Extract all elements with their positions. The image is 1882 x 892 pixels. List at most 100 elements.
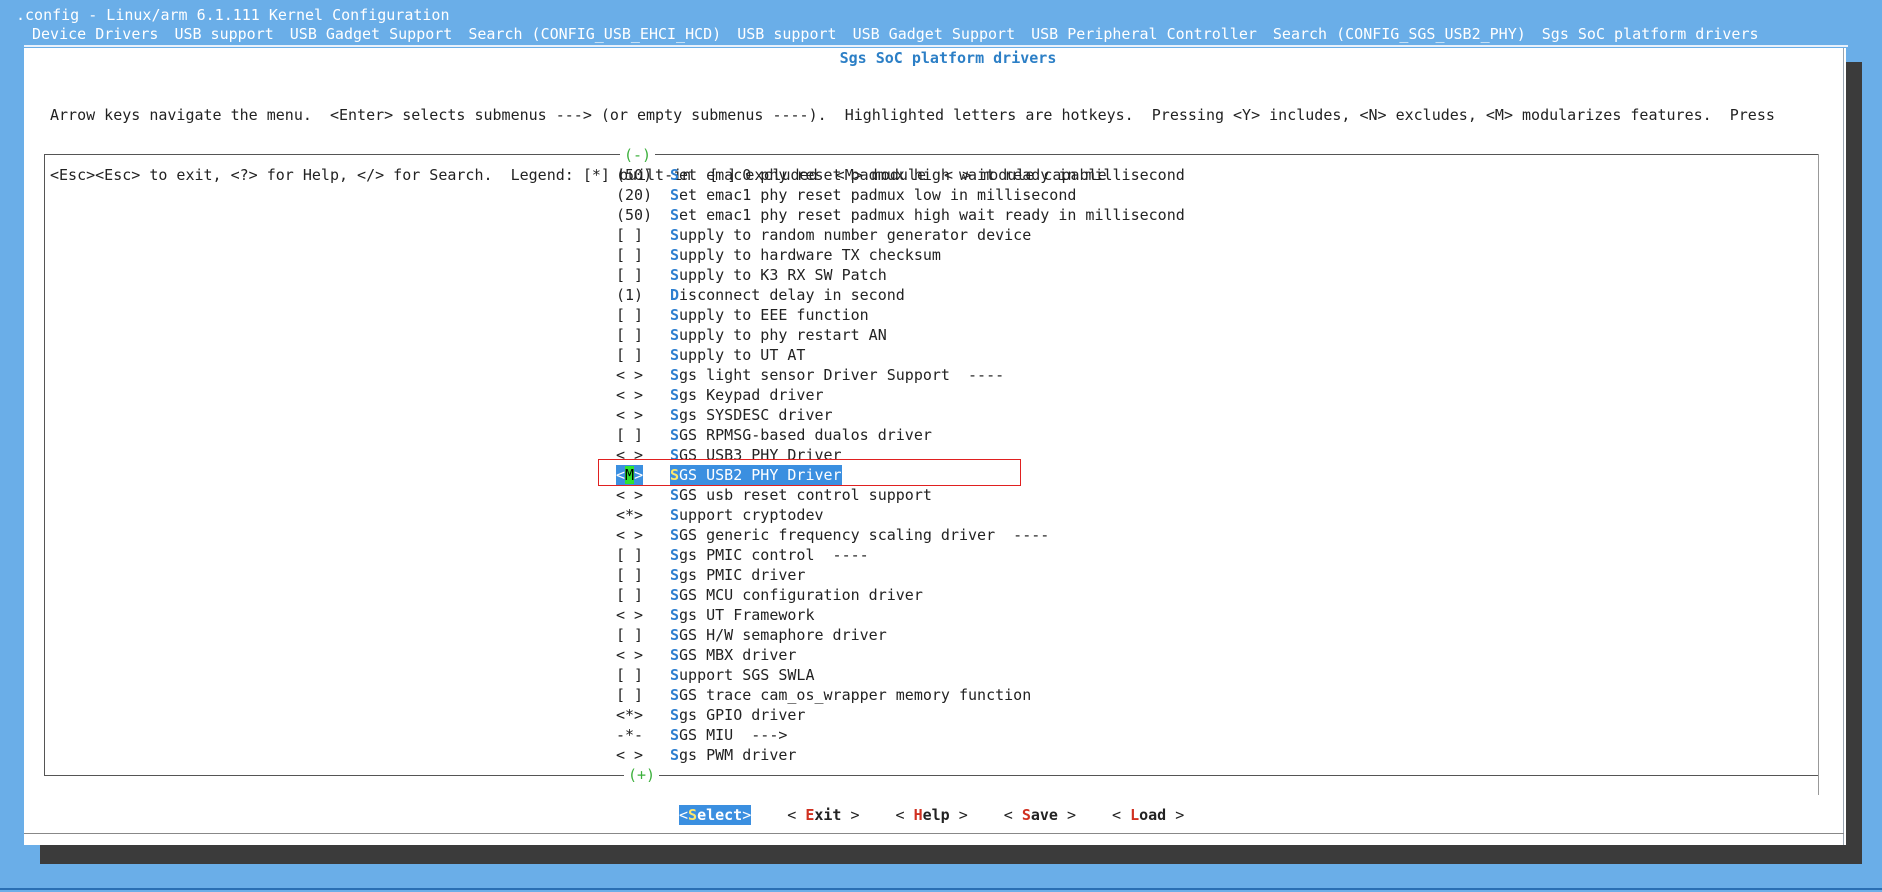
menu-item[interactable]: < > Sgs light sensor Driver Support ---- xyxy=(616,365,1516,385)
menu-list: (50) Set emac0 phy reset padmux high wait… xyxy=(616,165,1516,765)
menu-item-label: Supply to UT AT xyxy=(670,345,805,365)
menu-item[interactable]: [ ] SGS H/W semaphore driver xyxy=(616,625,1516,645)
breadcrumb-item-sgs-soc-platform-drivers[interactable]: Sgs SoC platform drivers xyxy=(1542,24,1759,44)
menu-item-state[interactable]: < > xyxy=(616,605,670,625)
menu-item-text: gs Keypad driver xyxy=(679,386,824,404)
menu-item-label: Sgs light sensor Driver Support ---- xyxy=(670,365,1004,385)
menu-item-state[interactable]: < > xyxy=(616,645,670,665)
menu-item-state[interactable]: <M> xyxy=(616,465,643,485)
menu-item-label: Support cryptodev xyxy=(670,505,824,525)
menu-item-state[interactable]: [ ] xyxy=(616,625,670,645)
menu-item-hotkey: D xyxy=(670,286,680,304)
menu-item[interactable]: (20) Set emac1 phy reset padmux low in mi… xyxy=(616,185,1516,205)
breadcrumb-item-device-drivers[interactable]: Device Drivers xyxy=(32,24,158,44)
breadcrumb-item-search-usb2-phy[interactable]: Search (CONFIG_SGS_USB2_PHY) xyxy=(1273,24,1526,44)
menu-item[interactable]: [ ] Supply to hardware TX checksum xyxy=(616,245,1516,265)
menu-item-state[interactable]: [ ] xyxy=(616,565,670,585)
menu-item[interactable]: < > SGS USB3 PHY Driver xyxy=(616,445,1516,465)
breadcrumb-underline xyxy=(24,45,1848,47)
menu-item[interactable]: [ ] Support SGS SWLA xyxy=(616,665,1516,685)
menu-item[interactable]: < > SGS generic frequency scaling driver … xyxy=(616,525,1516,545)
menu-item-label: Sgs PWM driver xyxy=(670,745,796,765)
menu-item-state[interactable]: [ ] xyxy=(616,225,670,245)
menu-item-state[interactable]: [ ] xyxy=(616,585,670,605)
menu-item[interactable]: -*- SGS MIU ---> xyxy=(616,725,1516,745)
select-button[interactable]: <Select> xyxy=(679,805,752,825)
menu-item-state[interactable]: [ ] xyxy=(616,265,670,285)
menu-item-state[interactable]: < > xyxy=(616,405,670,425)
menu-item[interactable]: (50) Set emac1 phy reset padmux high wait… xyxy=(616,205,1516,225)
breadcrumb-item-usb-gadget-support[interactable]: USB Gadget Support xyxy=(290,24,453,44)
menu-item-state[interactable]: <*> xyxy=(616,505,670,525)
menu-item-text: et emac1 phy reset padmux low in millise… xyxy=(679,186,1077,204)
menu-item-hotkey: S xyxy=(670,226,680,244)
save-button[interactable]: < Save > xyxy=(1004,805,1076,825)
menu-item-state[interactable]: [ ] xyxy=(616,665,670,685)
menu-item[interactable]: <*> Support cryptodev xyxy=(616,505,1516,525)
scroll-up-indicator[interactable]: (-) xyxy=(620,145,656,165)
menu-item-text: upply to random number generator device xyxy=(679,226,1032,244)
menu-item[interactable]: (1) Disconnect delay in second xyxy=(616,285,1516,305)
menu-item-state[interactable]: < > xyxy=(616,365,670,385)
menu-item-hotkey: S xyxy=(670,526,680,544)
menu-item[interactable]: < > SGS MBX driver xyxy=(616,645,1516,665)
help-button-hotkey: H xyxy=(913,806,923,824)
menu-item[interactable]: < > Sgs UT Framework xyxy=(616,605,1516,625)
menu-item[interactable]: <*> Sgs GPIO driver xyxy=(616,705,1516,725)
menu-item[interactable]: [ ] Sgs PMIC driver xyxy=(616,565,1516,585)
menu-item-state[interactable]: (20) xyxy=(616,185,670,205)
load-button[interactable]: < Load > xyxy=(1112,805,1184,825)
menu-item[interactable]: [ ] Supply to UT AT xyxy=(616,345,1516,365)
menu-item[interactable]: [ ] SGS trace cam_os_wrapper memory funct… xyxy=(616,685,1516,705)
menu-item-state[interactable]: [ ] xyxy=(616,325,670,345)
menu-item-text: GS MIU ---> xyxy=(679,726,788,744)
menu-item-state[interactable]: [ ] xyxy=(616,545,670,565)
menu-item-state[interactable]: -*- xyxy=(616,725,670,745)
menu-item-state[interactable]: < > xyxy=(616,445,670,465)
menu-item-hotkey: S xyxy=(670,406,680,424)
select-button-label: elect xyxy=(697,806,743,824)
menu-item-state[interactable]: < > xyxy=(616,745,670,765)
menu-item-state[interactable]: <*> xyxy=(616,705,670,725)
menu-item-hotkey: S xyxy=(670,306,680,324)
menu-item-state[interactable]: < > xyxy=(616,385,670,405)
breadcrumb-item-usb-support[interactable]: USB support xyxy=(174,24,273,44)
menu-item-state[interactable]: (1) xyxy=(616,285,670,305)
breadcrumb-item-search-ehci[interactable]: Search (CONFIG_USB_EHCI_HCD) xyxy=(468,24,721,44)
menu-item-selected[interactable]: <M> SGS USB2 PHY Driver xyxy=(616,465,1516,485)
menu-item-state[interactable]: [ ] xyxy=(616,345,670,365)
menu-item[interactable]: (50) Set emac0 phy reset padmux high wait… xyxy=(616,165,1516,185)
menu-item-state[interactable]: (50) xyxy=(616,205,670,225)
menu-item-state[interactable]: (50) xyxy=(616,165,670,185)
menu-item[interactable]: [ ] Supply to EEE function xyxy=(616,305,1516,325)
menu-item-state[interactable]: < > xyxy=(616,485,670,505)
breadcrumb-item-usb-gadget-support-2[interactable]: USB Gadget Support xyxy=(853,24,1016,44)
menu-item[interactable]: [ ] SGS MCU configuration driver xyxy=(616,585,1516,605)
menu-item-text: GS USB2 PHY Driver xyxy=(679,466,842,484)
menu-item-state[interactable]: [ ] xyxy=(616,685,670,705)
menu-item-hotkey: S xyxy=(670,706,680,724)
menu-item[interactable]: [ ] Sgs PMIC control ---- xyxy=(616,545,1516,565)
menu-item[interactable]: [ ] Supply to phy restart AN xyxy=(616,325,1516,345)
menu-item-state[interactable]: < > xyxy=(616,525,670,545)
menu-item-label: SGS trace cam_os_wrapper memory function xyxy=(670,685,1031,705)
menu-item[interactable]: < > Sgs SYSDESC driver xyxy=(616,405,1516,425)
help-button[interactable]: < Help > xyxy=(896,805,968,825)
menu-item-label: Set emac0 phy reset padmux high wait rea… xyxy=(670,165,1185,185)
menu-item-state[interactable]: [ ] xyxy=(616,305,670,325)
breadcrumb-item-usb-support-2[interactable]: USB support xyxy=(737,24,836,44)
menu-item-text: GS generic frequency scaling driver ---- xyxy=(679,526,1050,544)
menu-item-state[interactable]: [ ] xyxy=(616,245,670,265)
menu-item[interactable]: [ ] Supply to K3 RX SW Patch xyxy=(616,265,1516,285)
load-button-open: < xyxy=(1112,806,1131,824)
menu-item[interactable]: < > SGS usb reset control support xyxy=(616,485,1516,505)
menu-item-label: SGS generic frequency scaling driver ---… xyxy=(670,525,1049,545)
exit-button[interactable]: < Exit > xyxy=(787,805,859,825)
menu-item[interactable]: < > Sgs Keypad driver xyxy=(616,385,1516,405)
menu-item[interactable]: [ ] SGS RPMSG-based dualos driver xyxy=(616,425,1516,445)
menu-item[interactable]: [ ] Supply to random number generator dev… xyxy=(616,225,1516,245)
menu-item-state[interactable]: [ ] xyxy=(616,425,670,445)
scroll-down-indicator[interactable]: (+) xyxy=(624,765,660,785)
breadcrumb-item-usb-peripheral-controller[interactable]: USB Peripheral Controller xyxy=(1031,24,1257,44)
menu-item[interactable]: < > Sgs PWM driver xyxy=(616,745,1516,765)
